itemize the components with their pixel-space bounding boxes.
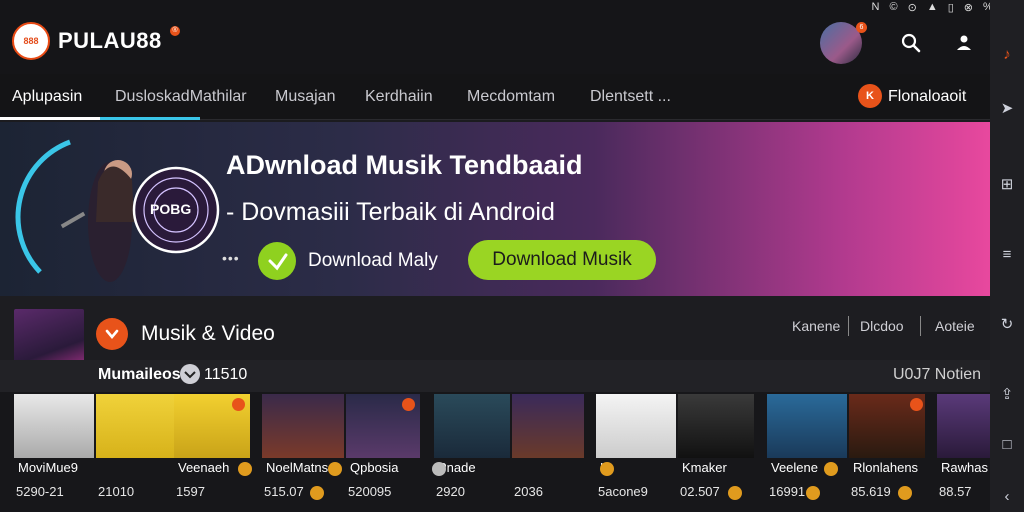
grid-icon[interactable]: ⊞ (998, 176, 1016, 194)
tile-coin-icon (600, 462, 614, 476)
media-tile[interactable]: Pnade 2920 (434, 394, 510, 499)
tile-flag-icon (910, 398, 923, 411)
tab-aplupasin[interactable]: Aplupasin (12, 88, 82, 106)
media-meta: 21010 (98, 484, 135, 499)
tab-dusloskadmathilar[interactable]: DusloskadMathilar (115, 88, 247, 106)
media-title: Rlonlahens (853, 460, 919, 475)
hero-banner: POBG ADwnload Musik Tendbaaid - Dovmasii… (0, 122, 990, 296)
status-signal-icon: ▲ (926, 1, 938, 13)
status-app-icon: © (889, 1, 898, 13)
search-icon[interactable] (900, 32, 922, 54)
filter-kanene[interactable]: Kanene (792, 318, 840, 334)
avatar-notification-badge: 6 (856, 22, 867, 33)
svg-text:POBG: POBG (150, 201, 191, 217)
media-tile[interactable]: 21010 (96, 394, 174, 499)
tile-coin-icon (328, 462, 342, 476)
filter-divider (848, 316, 849, 336)
tab-dlentsett[interactable]: Dlentsett ... (590, 88, 671, 106)
nav-right-badge[interactable]: K (858, 84, 882, 108)
media-meta: 515.07 (264, 484, 304, 499)
menu-icon[interactable]: ≡ (998, 246, 1016, 264)
logo-registered-mark: ® (170, 26, 180, 36)
tile-flag-icon (232, 398, 245, 411)
banner-title: ADwnload Musik Tendbaaid (226, 150, 583, 180)
media-title: Rawhas (941, 460, 988, 475)
media-title: Kmaker (682, 460, 727, 475)
media-tile[interactable]: MoviMue9 5290-21 (14, 394, 94, 499)
tile-coin-icon (310, 486, 324, 500)
download-link[interactable]: Download Maly (308, 250, 438, 272)
active-tab-indicator (0, 117, 200, 120)
share-icon[interactable]: ⇪ (998, 386, 1016, 404)
status-circle-icon: ⊙ (907, 1, 917, 14)
media-meta: 16991 (769, 484, 806, 499)
media-tile[interactable]: 2036 (512, 394, 584, 499)
media-title: NoelMatns (266, 460, 329, 475)
arrow-icon[interactable]: ➤ (998, 100, 1016, 118)
filter-divider (920, 316, 921, 336)
side-rail: ♪ ➤ ⊞ ≡ ↻ ⇪ □ ‹ (990, 0, 1024, 512)
media-meta: 85.619 (851, 484, 891, 499)
app-screen: 888 PULAU88 ® 6 N © ⊙ ▲ ▯ ⊗ % ⊡ Aplupasi… (0, 0, 1024, 512)
media-tile[interactable]: K 5acone9 (596, 394, 676, 499)
filter-aoteie[interactable]: Aoteie (935, 318, 975, 334)
refresh-icon[interactable]: ↻ (998, 316, 1016, 334)
media-meta: 5290-21 (16, 484, 64, 499)
media-title: Qpbosia (350, 460, 399, 475)
tile-flag-icon (402, 398, 415, 411)
sub-label: Mumaileos (98, 366, 181, 383)
user-icon[interactable] (953, 32, 975, 54)
tile-coin-icon (728, 486, 742, 500)
section-title: Musik & Video (141, 322, 275, 345)
section-chevron-icon[interactable] (96, 318, 128, 350)
media-meta: 88.57 (939, 484, 972, 499)
nav-right-label[interactable]: Flonaloaoit (888, 88, 966, 106)
square-icon[interactable]: □ (998, 436, 1016, 454)
media-tile[interactable]: Veelene 16991 (767, 394, 847, 499)
download-music-button[interactable]: Download Musik (468, 240, 656, 280)
media-tile[interactable]: Rawhas 88.57 (937, 394, 990, 499)
banner-subtitle: - Dovmasiii Terbaik di Android (226, 198, 555, 226)
tile-chat-icon (432, 462, 446, 476)
media-meta: 2920 (436, 484, 465, 499)
tile-coin-icon (898, 486, 912, 500)
media-title: Veelene (771, 460, 818, 475)
media-tile[interactable]: Kmaker 02.507 (678, 394, 754, 499)
status-battery-icon: ▯ (947, 1, 954, 14)
media-meta: 2036 (514, 484, 543, 499)
download-icon[interactable] (258, 242, 296, 280)
banner-artwork: POBG (15, 139, 220, 282)
media-meta: 02.507 (680, 484, 720, 499)
status-alarm-icon: ⊗ (963, 1, 973, 14)
tile-coin-icon (238, 462, 252, 476)
tile-coin-icon (806, 486, 820, 500)
sub-count: 11510 (204, 366, 248, 383)
filter-dlcdoo[interactable]: Dlcdoo (860, 318, 904, 334)
tab-mecdomtam[interactable]: Mecdomtam (467, 88, 555, 106)
logo-badge[interactable]: 888 (12, 22, 50, 60)
media-meta: 5acone9 (598, 484, 648, 499)
media-meta: 1597 (176, 484, 205, 499)
media-title: Veenaeh (178, 460, 230, 475)
sub-right-label[interactable]: U0J7 Notien (893, 366, 981, 384)
media-meta: 520095 (348, 484, 392, 499)
status-bar: N © ⊙ ▲ ▯ ⊗ % ⊡ (784, 0, 1024, 14)
media-tile[interactable]: NoelMatns 515.07 (262, 394, 344, 499)
chat-icon (180, 364, 200, 384)
tab-kerdhaiin[interactable]: Kerdhaiin (365, 88, 433, 106)
back-icon[interactable]: ‹ (998, 488, 1016, 506)
guitar-icon[interactable]: ♪ (998, 46, 1016, 64)
tab-musajan[interactable]: Musajan (275, 88, 335, 106)
logo-text[interactable]: PULAU88 (58, 28, 162, 54)
status-n-icon: N (871, 1, 880, 13)
banner-dots: ••• (222, 250, 240, 266)
media-title: MoviMue9 (18, 460, 78, 475)
tile-coin-icon (824, 462, 838, 476)
